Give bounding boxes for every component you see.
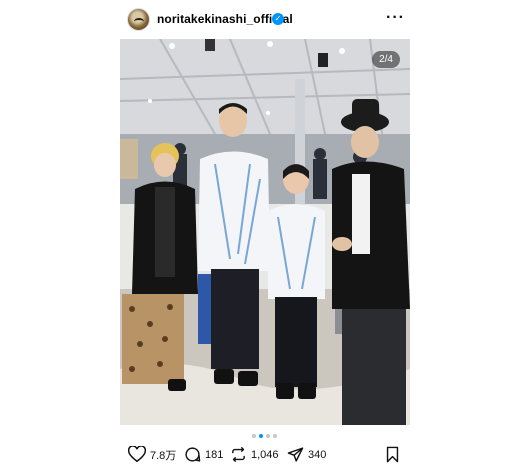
- likes-count: 7.8万: [150, 449, 177, 462]
- carousel-dot: [273, 434, 277, 438]
- carousel-dot: [266, 434, 270, 438]
- more-options-icon[interactable]: ···: [386, 9, 405, 27]
- action-bar: 7.8万 181 1,046 340: [0, 444, 530, 468]
- save-button[interactable]: [385, 446, 400, 466]
- comments-count: 181: [205, 448, 224, 461]
- profile-avatar[interactable]: [127, 8, 150, 31]
- post-photo[interactable]: 2/4: [120, 39, 410, 425]
- share-button[interactable]: 340: [287, 446, 326, 463]
- comment-icon: [184, 446, 201, 463]
- share-icon: [287, 446, 304, 463]
- heart-icon: [128, 446, 146, 463]
- carousel-dot-active: [259, 434, 263, 438]
- sign-board: [120, 139, 138, 179]
- repost-icon: [230, 446, 247, 463]
- post-header: noritakekinashi_official ✓ ···: [0, 0, 530, 38]
- carousel-dot: [252, 434, 256, 438]
- verified-badge-icon: ✓: [272, 13, 284, 25]
- pillar: [295, 79, 305, 219]
- reposts-count: 1,046: [251, 448, 279, 461]
- repost-button[interactable]: 1,046: [230, 446, 279, 463]
- light-fixture: [205, 39, 215, 51]
- carousel-indicator: [252, 434, 277, 438]
- image-counter: 2/4: [372, 51, 400, 68]
- speaker: [318, 53, 328, 67]
- comment-button[interactable]: 181: [184, 446, 223, 463]
- bookmark-icon: [385, 446, 400, 466]
- like-button[interactable]: 7.8万: [128, 446, 176, 463]
- shares-count: 340: [308, 448, 327, 461]
- post-image: [120, 39, 410, 425]
